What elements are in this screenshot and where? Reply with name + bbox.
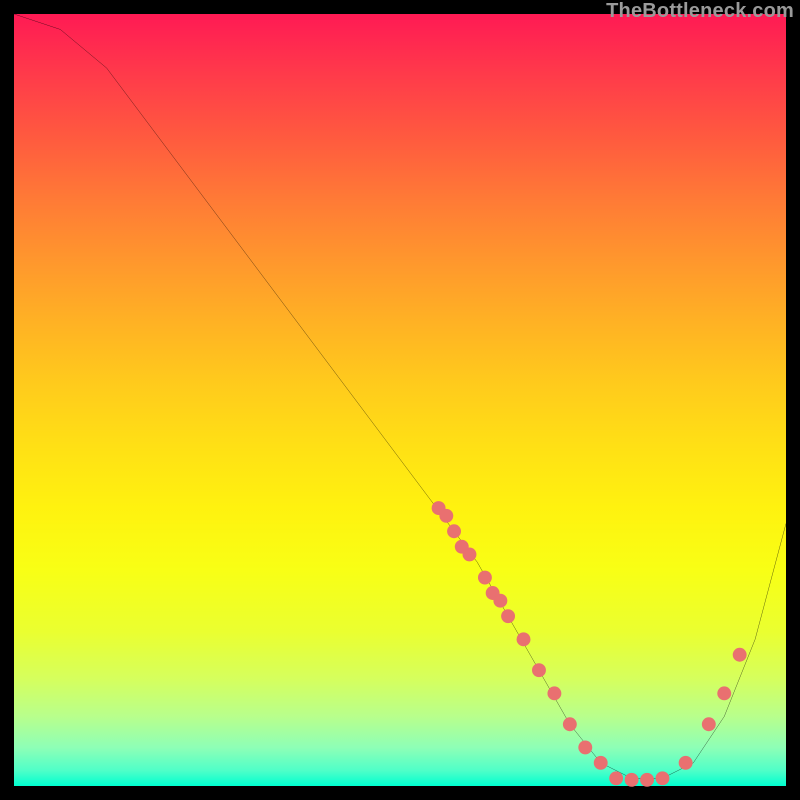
bottleneck-curve-line	[14, 14, 786, 778]
marker-point	[625, 773, 639, 787]
chart-svg	[14, 14, 786, 786]
marker-point	[501, 609, 515, 623]
marker-point	[717, 686, 731, 700]
marker-point	[463, 547, 477, 561]
marker-points-group	[432, 501, 747, 787]
marker-point	[733, 648, 747, 662]
marker-point	[656, 771, 670, 785]
marker-point	[640, 773, 654, 787]
chart-container: TheBottleneck.com	[0, 0, 800, 800]
marker-point	[547, 686, 561, 700]
watermark-label: TheBottleneck.com	[606, 0, 794, 23]
marker-point	[532, 663, 546, 677]
marker-point	[563, 717, 577, 731]
marker-point	[447, 524, 461, 538]
marker-point	[493, 594, 507, 608]
marker-point	[578, 740, 592, 754]
marker-point	[517, 632, 531, 646]
marker-point	[609, 771, 623, 785]
marker-point	[594, 756, 608, 770]
marker-point	[702, 717, 716, 731]
marker-point	[478, 571, 492, 585]
marker-point	[439, 509, 453, 523]
marker-point	[679, 756, 693, 770]
